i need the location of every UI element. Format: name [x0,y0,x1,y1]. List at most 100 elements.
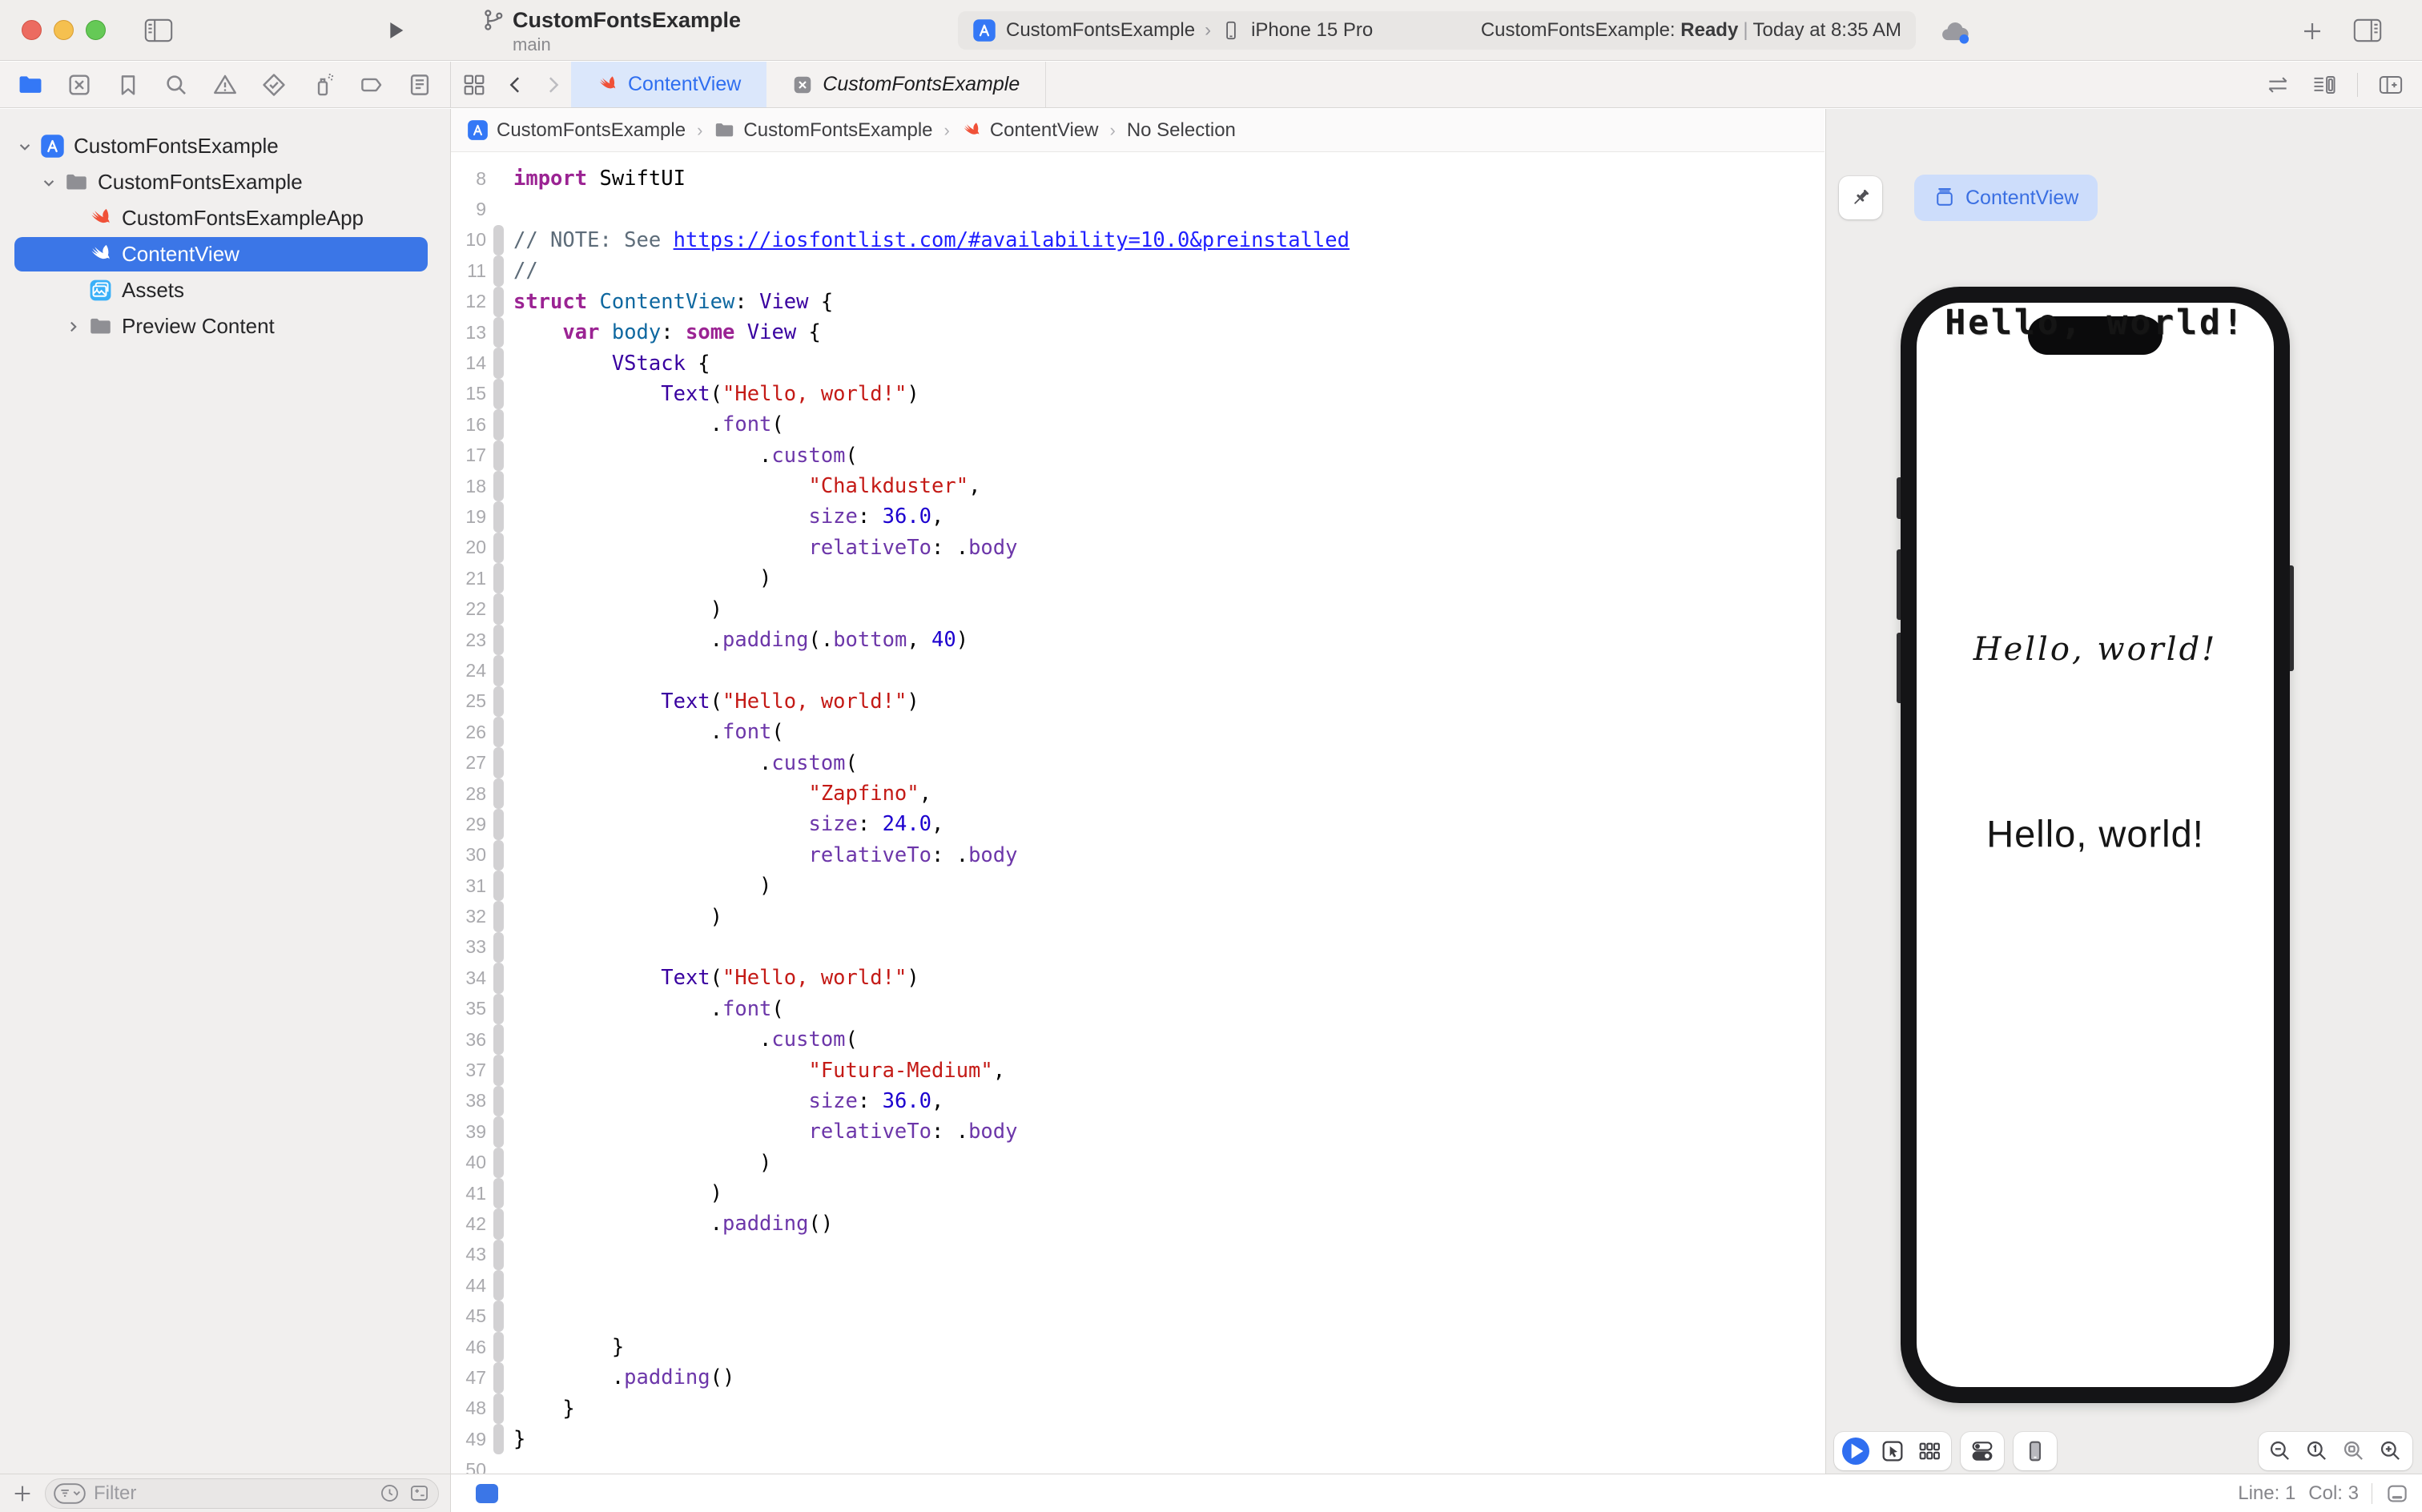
code-line-18[interactable]: 18 "Chalkduster", [451,471,1825,501]
run-button[interactable] [383,18,408,43]
code-line-25[interactable]: 25 Text("Hello, world!") [451,686,1825,717]
code-line-21[interactable]: 21 ) [451,563,1825,593]
sidebar-item-customfontsexampleapp[interactable]: CustomFontsExampleApp [0,200,450,236]
selectable-preview-icon[interactable] [1874,1434,1911,1469]
code-line-30[interactable]: 30 relativeTo: .body [451,840,1825,871]
zoom-fit-icon[interactable] [2336,1434,2372,1469]
jump-bar[interactable]: CustomFontsExample › CustomFontsExample … [451,109,1825,152]
code-line-22[interactable]: 22 ) [451,593,1825,624]
breakpoints-icon[interactable] [355,69,387,101]
forward-button[interactable] [534,62,571,107]
code-line-8[interactable]: 8import SwiftUI [451,163,1825,194]
add-file-button[interactable] [11,1482,34,1505]
breadcrumb-selection[interactable]: No Selection [1127,119,1236,142]
code-line-11[interactable]: 11// [451,255,1825,286]
code-line-36[interactable]: 36 .custom( [451,1024,1825,1055]
breadcrumb-project[interactable]: CustomFontsExample [467,119,686,142]
project-navigator-icon[interactable] [14,69,46,101]
source-control-icon[interactable] [63,69,95,101]
scheme-project-name[interactable]: CustomFontsExample [1006,19,1195,42]
code-line-17[interactable]: 17 .custom( [451,440,1825,471]
code-line-44[interactable]: 44 [451,1270,1825,1301]
sidebar-item-preview-content[interactable]: Preview Content [0,308,450,344]
preview-variants-icon[interactable] [1911,1434,1948,1469]
bookmarks-icon[interactable] [112,69,144,101]
pin-preview-button[interactable] [1839,176,1882,219]
tests-icon[interactable] [258,69,290,101]
code-line-34[interactable]: 34 Text("Hello, world!") [451,963,1825,993]
issues-icon[interactable] [209,69,241,101]
disclosure-closed-icon[interactable] [59,313,86,340]
code-line-9[interactable]: 9 [451,194,1825,224]
code-line-24[interactable]: 24 [451,655,1825,686]
tab-customfontsexample[interactable]: CustomFontsExample [766,62,1046,107]
scheme-selector[interactable]: CustomFontsExample › iPhone 15 Pro Custo… [958,11,1916,50]
code-line-32[interactable]: 32 ) [451,901,1825,931]
add-editor-icon[interactable] [2377,73,2404,97]
minimize-window-button[interactable] [54,20,74,40]
code-area[interactable]: 8import SwiftUI910// NOTE: See https://i… [451,152,1825,1474]
disclosure-open-icon[interactable] [35,169,62,196]
sidebar-item-customfontsexample[interactable]: CustomFontsExample [0,128,450,164]
filter-input[interactable]: Filter [45,1478,439,1509]
code-line-28[interactable]: 28 "Zapfino", [451,778,1825,809]
code-line-26[interactable]: 26 .font( [451,717,1825,747]
code-line-40[interactable]: 40 ) [451,1148,1825,1178]
editor-display-icon[interactable] [2385,1482,2409,1506]
code-line-20[interactable]: 20 relativeTo: .body [451,533,1825,563]
code-line-43[interactable]: 43 [451,1240,1825,1270]
zoom-window-button[interactable] [86,20,106,40]
toggle-inspector-icon[interactable] [2353,18,2382,43]
code-line-37[interactable]: 37 "Futura-Medium", [451,1055,1825,1085]
minimap-options-icon[interactable] [2311,73,2338,97]
sidebar-item-customfontsexample[interactable]: CustomFontsExample [0,164,450,200]
code-line-35[interactable]: 35 .font( [451,994,1825,1024]
zoom-out-icon[interactable] [2262,1434,2299,1469]
code-line-42[interactable]: 42 .padding() [451,1208,1825,1239]
code-line-19[interactable]: 19 size: 36.0, [451,501,1825,532]
code-line-31[interactable]: 31 ) [451,871,1825,901]
sidebar-item-contentview[interactable]: ContentView [0,236,450,272]
code-line-16[interactable]: 16 .font( [451,409,1825,440]
reports-icon[interactable] [404,69,436,101]
code-line-49[interactable]: 49} [451,1424,1825,1454]
code-line-13[interactable]: 13 var body: some View { [451,317,1825,348]
zoom-in-icon[interactable] [2372,1434,2409,1469]
code-line-27[interactable]: 27 .custom( [451,747,1825,778]
code-line-39[interactable]: 39 relativeTo: .body [451,1116,1825,1147]
device-settings-icon[interactable] [1964,1434,2001,1469]
editor-mode-indicator[interactable] [476,1484,498,1503]
source-control-filter-icon[interactable] [408,1482,430,1504]
device-preview-icon[interactable] [2017,1434,2054,1469]
toggle-navigator-icon[interactable] [144,18,173,43]
code-line-46[interactable]: 46 } [451,1332,1825,1362]
related-items-swap-icon[interactable] [2264,73,2291,97]
disclosure-open-icon[interactable] [11,133,38,160]
breadcrumb-group[interactable]: CustomFontsExample [714,119,932,142]
sidebar-item-assets[interactable]: Assets [0,272,450,308]
code-line-47[interactable]: 47 .padding() [451,1362,1825,1393]
find-icon[interactable] [160,69,192,101]
code-line-41[interactable]: 41 ) [451,1178,1825,1208]
code-line-48[interactable]: 48 } [451,1393,1825,1424]
recent-files-clock-icon[interactable] [379,1482,400,1504]
zoom-100-icon[interactable] [2299,1434,2336,1469]
code-line-15[interactable]: 15 Text("Hello, world!") [451,379,1825,409]
code-line-14[interactable]: 14 VStack { [451,348,1825,378]
code-line-50[interactable]: 50 [451,1454,1825,1474]
add-tab-button[interactable] [2300,19,2324,43]
breadcrumb-file[interactable]: ContentView [961,119,1099,142]
scheme-device-name[interactable]: iPhone 15 Pro [1251,19,1373,42]
back-button[interactable] [497,62,534,107]
debug-icon[interactable] [307,69,339,101]
close-window-button[interactable] [22,20,42,40]
code-line-38[interactable]: 38 size: 36.0, [451,1086,1825,1116]
code-line-33[interactable]: 33 [451,932,1825,963]
code-line-23[interactable]: 23 .padding(.bottom, 40) [451,625,1825,655]
code-line-12[interactable]: 12struct ContentView: View { [451,287,1825,317]
code-line-45[interactable]: 45 [451,1301,1825,1331]
editor-grid-icon[interactable] [451,62,497,107]
preview-target-chip[interactable]: ContentView [1914,175,2098,221]
live-preview-button[interactable] [1837,1434,1874,1469]
code-line-29[interactable]: 29 size: 24.0, [451,809,1825,839]
